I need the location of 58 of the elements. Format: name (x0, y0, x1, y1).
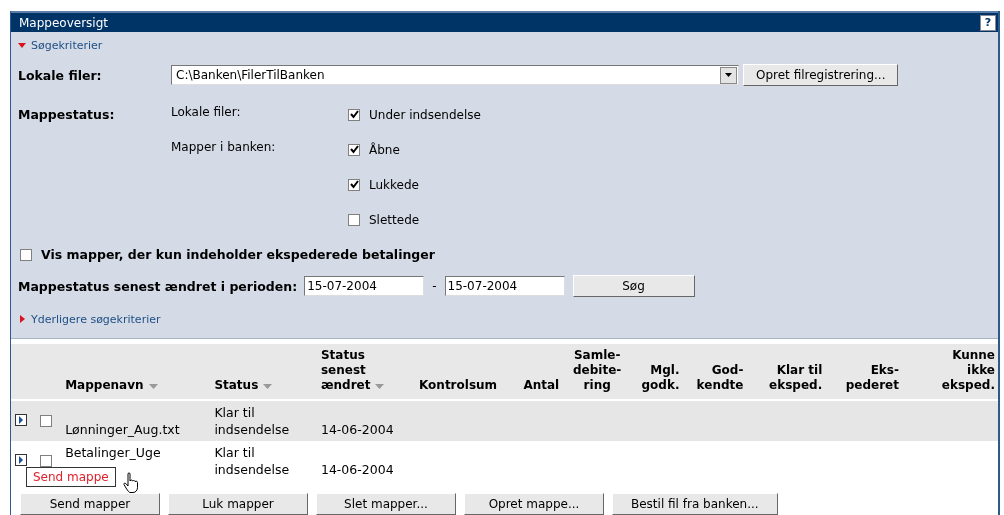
status-group-label: Mapper i banken: (171, 139, 276, 154)
action-button[interactable]: Send mapper (20, 493, 160, 515)
action-button[interactable]: Slet mapper... (316, 493, 456, 515)
window-title: Mappeoversigt (19, 15, 108, 30)
folder-name-cell: Lønninger_Aug.txt (65, 422, 180, 437)
chevron-right-icon (18, 456, 24, 464)
column-header: Samle- debite- ring (573, 348, 622, 393)
checkbox-label: Under indsendelse (369, 107, 481, 122)
chevron-right-icon (18, 416, 24, 424)
caret-down-icon (18, 41, 26, 49)
date-separator: - (432, 279, 437, 293)
expand-row-button[interactable] (15, 454, 27, 466)
column-header: Antal (523, 378, 560, 393)
column-header: Kontrolsum (419, 378, 498, 393)
checkbox-label: Slettede (369, 212, 420, 227)
checkbox-label: Vis mapper, der kun indeholder ekspederede betalinger (41, 247, 435, 262)
more-criteria-toggle[interactable]: Yderligere søgekriterier (18, 312, 161, 326)
checkbox[interactable] (39, 455, 52, 467)
date-cell: 14-06-2004 (320, 462, 394, 477)
checkbox-label: Lukkede (369, 177, 419, 192)
folder-status-label: Mappestatus: (18, 106, 116, 124)
checkbox-label: Åbne (369, 142, 400, 157)
action-button[interactable]: Bestil fil fra banken... (612, 493, 778, 515)
help-button[interactable]: ? (980, 14, 996, 31)
column-header: Eks- pederet (845, 363, 899, 393)
column-header: Kunne ikke eksped. (941, 348, 995, 393)
expand-row-button[interactable] (15, 414, 27, 426)
sort-caret-icon[interactable] (263, 384, 273, 389)
checkbox[interactable] (348, 178, 360, 191)
status-group-label: Lokale filer: (171, 104, 241, 119)
checkbox[interactable] (348, 108, 360, 121)
date-from-field[interactable]: 15-07-2004 (304, 276, 425, 296)
column-header: God- kendte (696, 363, 744, 393)
checkbox[interactable] (39, 415, 52, 427)
caret-right-icon (18, 315, 26, 323)
column-header[interactable]: Mappenavn (65, 378, 158, 393)
date-to-field[interactable]: 15-07-2004 (444, 276, 565, 296)
action-button[interactable]: Luk mapper (168, 493, 308, 515)
column-header[interactable]: Status (214, 378, 273, 393)
tooltip: Send mappe (26, 467, 116, 487)
action-button[interactable]: Opret mappe... (464, 493, 604, 515)
date-cell: 14-06-2004 (320, 422, 394, 437)
sort-caret-icon[interactable] (375, 384, 385, 389)
status-cell-text: Klar til indsendelse (214, 444, 291, 478)
checkbox[interactable] (20, 248, 32, 261)
checkbox[interactable] (348, 213, 360, 226)
column-header: Klar til eksped. (769, 363, 823, 393)
local-files-label: Lokale filer: (18, 67, 103, 83)
period-label: Mappestatus senest ændret i perioden: (18, 278, 298, 294)
sort-caret-icon[interactable] (148, 384, 158, 389)
local-files-dropdown[interactable]: C:\Banken\FilerTilBanken (171, 65, 739, 85)
column-header: Mgl. godk. (641, 363, 680, 393)
folder-name-cell: Betalinger_Uge (65, 445, 161, 460)
status-cell-text: Klar til indsendelse (214, 404, 291, 438)
search-criteria-toggle[interactable]: Søgekriterier (18, 38, 103, 52)
search-button[interactable]: Søg (572, 275, 695, 297)
checkbox[interactable] (348, 143, 360, 156)
create-file-registration-button[interactable]: Opret filregistrering... (743, 64, 899, 86)
